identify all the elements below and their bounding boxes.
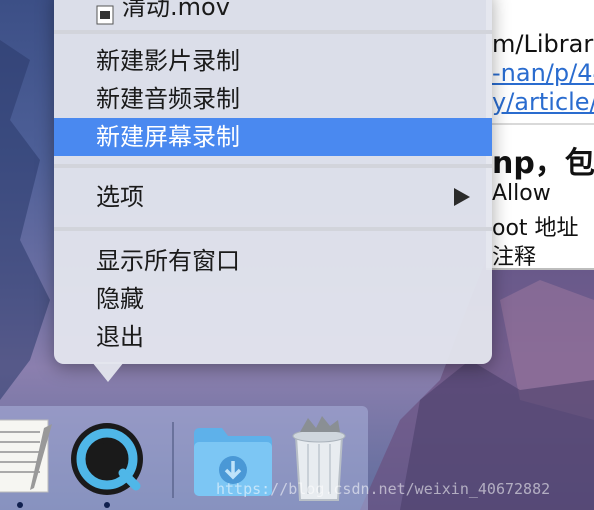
menu-separator (54, 30, 492, 34)
doc-heading: np，包 (492, 146, 594, 181)
menu-item-show-all-windows[interactable]: 显示所有窗口 (54, 242, 492, 280)
doc-link-1[interactable]: -nan/p/44 (492, 59, 594, 87)
doc-line-1: m/Librar (492, 30, 594, 58)
menu-item-new-audio-recording[interactable]: 新建音频录制 (54, 80, 492, 118)
menu-item-options[interactable]: 选项 (54, 178, 492, 216)
menu-item-label: 新建影片录制 (96, 47, 240, 75)
menu-item-label: 新建屏幕录制 (96, 123, 240, 151)
menu-separator (54, 164, 492, 168)
background-document-window: m/Librar -nan/p/44 y/article/ np，包 Allow… (486, 0, 594, 270)
doc-separator (486, 123, 594, 125)
dock-quicktime-icon[interactable] (68, 420, 146, 502)
menu-separator (54, 227, 492, 231)
submenu-arrow-icon (454, 188, 470, 206)
running-indicator-dot (17, 502, 23, 508)
dock-context-menu: 清动.mov 新建影片录制 新建音频录制 新建屏幕录制 选项 显示所有窗口 隐藏… (54, 0, 492, 364)
dock-divider (172, 422, 174, 498)
doc-bottom-border (486, 268, 594, 270)
doc-line-7: 注释 (492, 245, 537, 270)
menu-item-recent-file[interactable]: 清动.mov (54, 0, 492, 26)
movie-file-icon (96, 0, 114, 25)
watermark-text: https://blog.csdn.net/weixin_40672882 (216, 480, 551, 498)
doc-line-6: oot 地址 (492, 216, 579, 241)
doc-link-2[interactable]: y/article/ (492, 88, 594, 116)
menu-item-new-screen-recording[interactable]: 新建屏幕录制 (54, 118, 492, 156)
menu-item-label: 退出 (96, 323, 144, 351)
menu-item-hide[interactable]: 隐藏 (54, 280, 492, 318)
menu-item-label: 隐藏 (96, 285, 144, 313)
menu-item-quit[interactable]: 退出 (54, 318, 492, 356)
menu-item-label: 选项 (96, 183, 144, 211)
menu-item-label: 显示所有窗口 (96, 247, 240, 275)
menu-item-label: 新建音频录制 (96, 85, 240, 113)
doc-line-5: Allow (492, 181, 551, 206)
running-indicator-dot (104, 502, 110, 508)
dock-textedit-icon[interactable] (0, 418, 58, 502)
menu-item-new-movie-recording[interactable]: 新建影片录制 (54, 42, 492, 80)
menu-pointer (92, 362, 124, 382)
menu-item-label: 清动.mov (122, 0, 230, 21)
